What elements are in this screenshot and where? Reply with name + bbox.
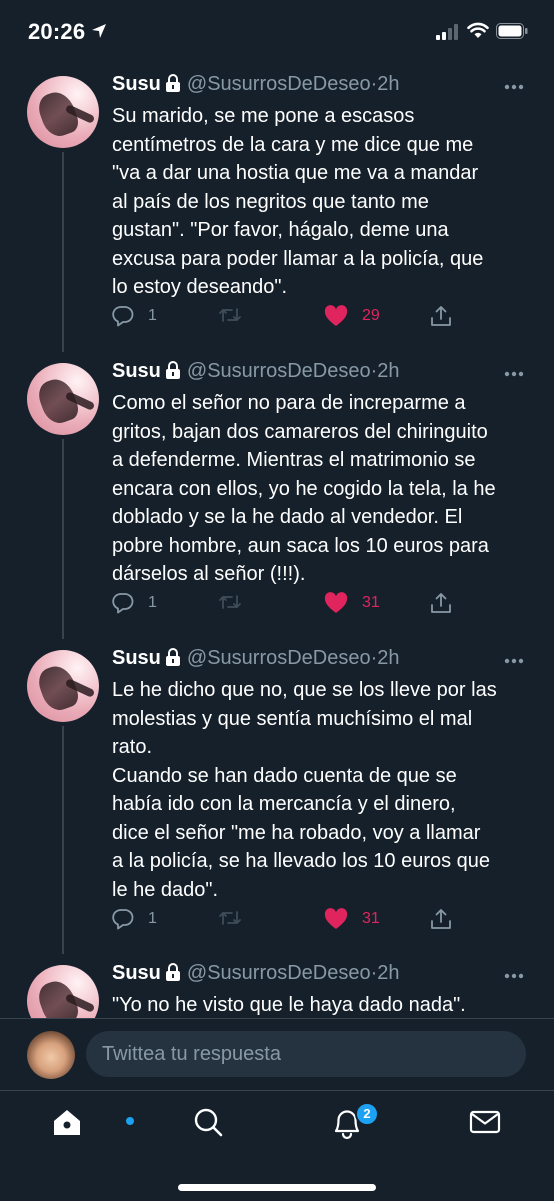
retweet-button[interactable] [218,305,242,325]
tweet-header: Susu @SusurrosDeDeseo·2h [112,73,400,99]
avatar[interactable] [27,650,99,722]
heart-filled-icon [324,305,348,326]
share-button[interactable] [430,305,452,327]
wifi-icon [467,22,489,38]
share-button[interactable] [430,592,452,614]
tweet-time[interactable]: 2h [377,962,399,984]
reply-button[interactable]: 1 [112,592,157,614]
lock-icon [165,74,180,92]
tweet-text: Como el señor no para de increparme a gr… [112,392,496,585]
author-handle[interactable]: @SusurrosDeDeseo [187,73,371,95]
tab-search[interactable] [191,1105,231,1145]
reply-composer: Twittea tu respuesta [0,1018,554,1091]
like-count: 29 [362,307,380,324]
tweet-actions: 1 31 [112,592,472,622]
retweet-icon [219,595,241,609]
avatar[interactable] [27,965,99,1018]
author-handle[interactable]: @SusurrosDeDeseo [187,360,371,382]
home-icon [54,1110,80,1135]
retweet-button[interactable] [218,908,242,928]
share-icon [431,909,451,929]
tweet-time[interactable]: 2h [377,647,399,669]
tweet-header: Susu @SusurrosDeDeseo·2h [112,962,400,988]
user-avatar[interactable] [27,1031,75,1079]
tweet-text: "Yo no he visto que le haya dado nada". [112,994,466,1016]
avatar[interactable] [27,363,99,435]
tweet-thread: Susu @SusurrosDeDeseo·2h Su marido, se me… [0,66,554,1018]
tweet[interactable]: Susu @SusurrosDeDeseo·2h Su marido, se me… [0,66,554,352]
tweet-text: Le he dicho que no, que se los lleve por… [112,679,497,901]
reply-icon [112,593,134,614]
reply-button[interactable]: 1 [112,305,157,327]
tab-messages[interactable] [468,1105,508,1145]
reply-count: 1 [148,910,157,927]
tweet-time[interactable]: 2h [377,73,399,95]
author-handle[interactable]: @SusurrosDeDeseo [187,962,371,984]
tweet[interactable]: Susu @SusurrosDeDeseo·2h Como el señor no… [0,353,554,639]
cellular-signal-icon [436,24,458,40]
status-time: 20:26 [28,19,86,44]
tweet-actions: 1 31 [112,908,472,938]
thread-connector [62,439,64,639]
more-options-icon[interactable] [504,371,524,377]
thread-connector [62,152,64,352]
reply-count: 1 [148,307,157,324]
author-name[interactable]: Susu [112,962,161,984]
like-button[interactable]: 29 [324,305,380,327]
author-name[interactable]: Susu [112,360,161,382]
like-button[interactable]: 31 [324,592,380,614]
share-icon [431,306,451,326]
thread-connector [62,726,64,954]
retweet-icon [219,308,241,322]
mail-icon [469,1110,501,1134]
avatar[interactable] [27,76,99,148]
reply-icon [112,306,134,327]
heart-filled-icon [324,908,348,929]
tweet[interactable]: Susu @SusurrosDeDeseo·2h "Yo no he visto … [0,955,554,1018]
tweet[interactable]: Susu @SusurrosDeDeseo·2h Le he dicho que … [0,640,554,954]
more-options-icon[interactable] [504,973,524,979]
location-arrow-icon [92,24,106,38]
author-name[interactable]: Susu [112,647,161,669]
more-options-icon[interactable] [504,84,524,90]
status-bar: 20:26 [0,0,554,66]
tweet-actions: 1 29 [112,305,472,335]
lock-icon [165,648,180,666]
author-name[interactable]: Susu [112,73,161,95]
like-count: 31 [362,594,380,611]
share-button[interactable] [430,908,452,930]
reply-count: 1 [148,594,157,611]
author-handle[interactable]: @SusurrosDeDeseo [187,647,371,669]
notifications-badge: 2 [355,1102,379,1126]
home-new-dot [126,1117,134,1125]
reply-input[interactable]: Twittea tu respuesta [86,1031,526,1077]
tab-home[interactable] [50,1105,134,1145]
battery-icon [496,23,528,39]
tweet-text: Su marido, se me pone a escasos centímet… [112,105,484,298]
tweet-header: Susu @SusurrosDeDeseo·2h [112,360,400,386]
heart-filled-icon [324,592,348,613]
lock-icon [165,963,180,981]
home-indicator[interactable] [178,1184,376,1191]
lock-icon [165,361,180,379]
tweet-header: Susu @SusurrosDeDeseo·2h [112,647,400,673]
reply-icon [112,909,134,930]
share-icon [431,593,451,613]
like-button[interactable]: 31 [324,908,380,930]
more-options-icon[interactable] [504,658,524,664]
reply-button[interactable]: 1 [112,908,157,930]
search-icon [194,1108,223,1137]
retweet-icon [219,911,241,925]
like-count: 31 [362,910,380,927]
retweet-button[interactable] [218,592,242,612]
tweet-time[interactable]: 2h [377,360,399,382]
